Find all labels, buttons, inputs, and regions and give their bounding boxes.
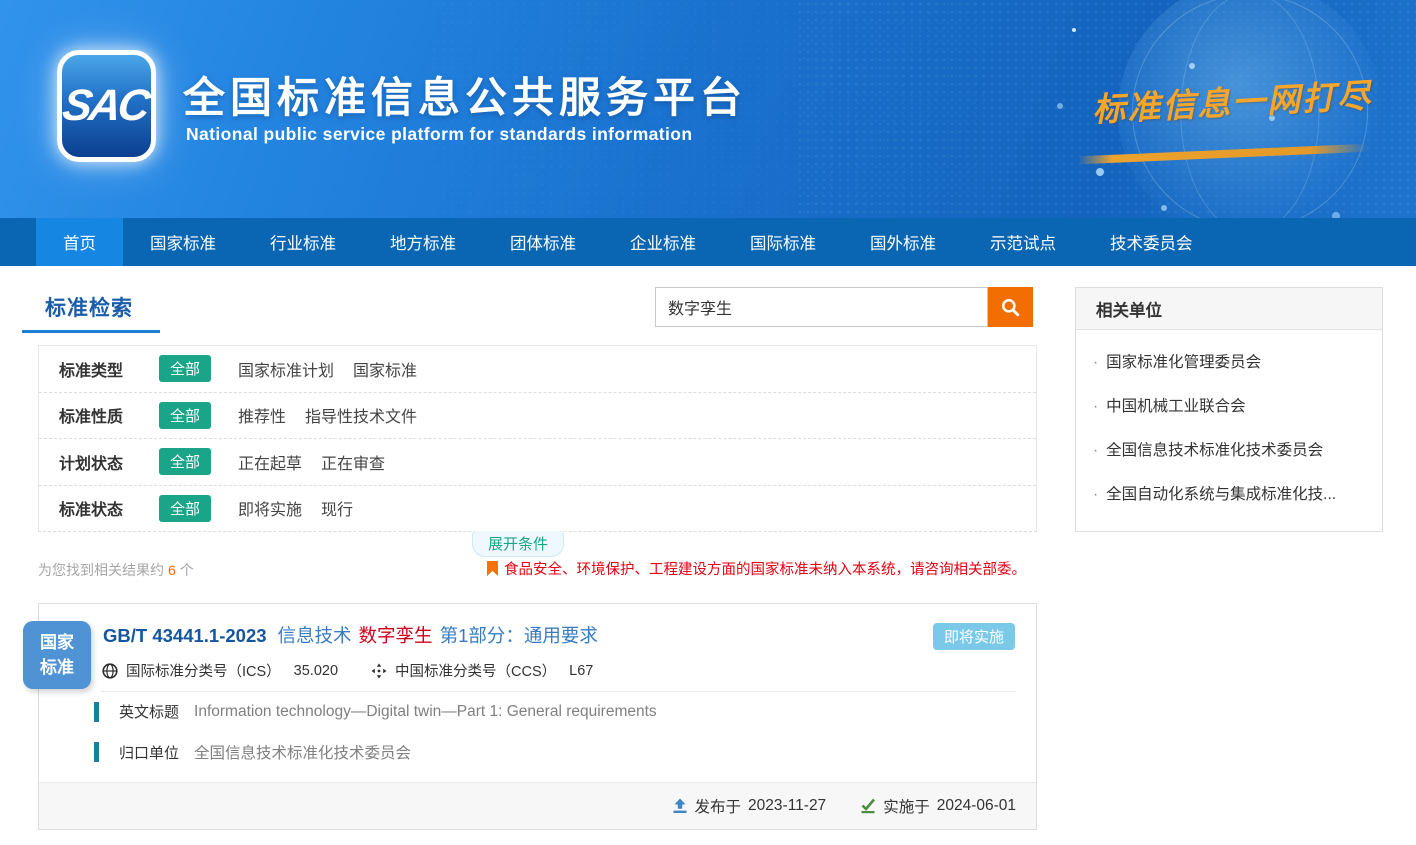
filter-option[interactable]: 国家标准 xyxy=(353,357,417,381)
detail-accent-bar xyxy=(94,702,99,722)
system-notice: 食品安全、环境保护、工程建设方面的国家标准未纳入本系统，请咨询相关部委。 xyxy=(487,558,1026,579)
sparkle-dots xyxy=(1072,28,1076,32)
nav-item-technical-committees[interactable]: 技术委员会 xyxy=(1083,218,1220,266)
standard-title-link[interactable]: GB/T 43441.1-2023 信息技术数字孪生第1部分：通用要求 xyxy=(103,622,598,648)
filter-label: 计划状态 xyxy=(59,450,159,474)
filter-row-standard-nature: 标准性质 全部 推荐性 指导性技术文件 xyxy=(39,393,1036,440)
bookmark-icon xyxy=(487,561,498,576)
filter-option[interactable]: 正在审查 xyxy=(321,450,385,474)
detail-value: 全国信息技术标准化技术委员会 xyxy=(194,741,411,763)
result-count: 为您找到相关结果约6个 xyxy=(38,560,194,580)
bullet: · xyxy=(1093,442,1098,460)
result-count-number: 6 xyxy=(168,562,176,578)
page-title: 标准检索 xyxy=(45,292,133,322)
page-title-underline xyxy=(22,330,160,333)
site-title-chinese: 全国标准信息公共服务平台 xyxy=(183,64,747,125)
detail-accent-bar xyxy=(94,742,99,762)
status-badge: 即将实施 xyxy=(933,623,1015,650)
filter-option[interactable]: 指导性技术文件 xyxy=(305,403,417,427)
filter-label: 标准类型 xyxy=(59,357,159,381)
filter-row-plan-status: 计划状态 全部 正在起草 正在审查 xyxy=(39,439,1036,486)
classification-row: 国际标准分类号（ICS） 35.020 中国标准分类号（CCS） L67 xyxy=(102,660,593,681)
search-box xyxy=(655,287,1035,327)
publish-label: 发布于 xyxy=(695,795,742,817)
implement-check-icon xyxy=(860,798,876,814)
detail-row-committee: 归口单位 全国信息技术标准化技术委员会 xyxy=(94,741,411,763)
standard-title-part2: 第1部分：通用要求 xyxy=(440,625,598,646)
sidebar-item-machinery-federation[interactable]: · 中国机械工业联合会 xyxy=(1076,383,1382,427)
filter-option[interactable]: 即将实施 xyxy=(238,496,302,520)
filter-panel: 标准类型 全部 国家标准计划 国家标准 标准性质 全部 推荐性 指导性技术文件 … xyxy=(38,345,1037,532)
ics-value: 35.020 xyxy=(294,663,338,679)
filter-selected-all[interactable]: 全部 xyxy=(159,448,211,475)
expand-conditions-button[interactable]: 展开条件 xyxy=(472,531,564,557)
sidebar-item-it-standardization-committee[interactable]: · 全国信息技术标准化技术委员会 xyxy=(1076,427,1382,471)
ics-label: 国际标准分类号（ICS） xyxy=(126,660,281,681)
related-units-panel: 相关单位 · 国家标准化管理委员会 · 中国机械工业联合会 · 全国信息技术标准… xyxy=(1075,287,1383,532)
implement-date: 2024-06-01 xyxy=(937,797,1016,815)
bullet: · xyxy=(1093,486,1098,504)
nav-item-enterprise-standards[interactable]: 企业标准 xyxy=(603,218,723,266)
standard-title-part1: 信息技术 xyxy=(278,625,352,646)
implement-label: 实施于 xyxy=(883,795,930,817)
filter-option[interactable]: 国家标准计划 xyxy=(238,357,334,381)
related-units-list: · 国家标准化管理委员会 · 中国机械工业联合会 · 全国信息技术标准化技术委员… xyxy=(1076,330,1382,515)
detail-label: 归口单位 xyxy=(119,742,179,763)
publish-date: 2023-11-27 xyxy=(748,797,826,815)
search-input[interactable] xyxy=(655,287,988,327)
filter-label: 标准性质 xyxy=(59,403,159,427)
filter-row-standard-status: 标准状态 全部 即将实施 现行 xyxy=(39,486,1036,532)
search-button[interactable] xyxy=(988,287,1033,327)
implement-date-item: 实施于 2024-06-01 xyxy=(860,795,1016,817)
related-units-title: 相关单位 xyxy=(1076,288,1382,330)
standard-code: GB/T 43441.1-2023 xyxy=(103,625,267,646)
filter-selected-all[interactable]: 全部 xyxy=(159,355,211,382)
filter-option[interactable]: 推荐性 xyxy=(238,403,286,427)
nav-item-international-standards[interactable]: 国际标准 xyxy=(723,218,843,266)
result-count-suffix: 个 xyxy=(180,562,194,578)
standard-result-card: 国家标准 GB/T 43441.1-2023信息技术数字孪生第1部分：通用要求 … xyxy=(38,603,1037,830)
publish-upload-icon xyxy=(672,798,688,814)
detail-label: 英文标题 xyxy=(119,701,179,722)
card-divider xyxy=(101,691,1016,692)
filter-option[interactable]: 现行 xyxy=(321,496,353,520)
filter-label: 标准状态 xyxy=(59,496,159,520)
nav-item-pilot-programs[interactable]: 示范试点 xyxy=(963,218,1083,266)
detail-value: Information technology—Digital twin—Part… xyxy=(194,703,657,721)
nav-item-foreign-standards[interactable]: 国外标准 xyxy=(843,218,963,266)
site-title-english: National public service platform for sta… xyxy=(186,124,692,145)
filter-row-standard-type: 标准类型 全部 国家标准计划 国家标准 xyxy=(39,346,1036,393)
result-count-prefix: 为您找到相关结果约 xyxy=(38,562,164,578)
nav-item-group-standards[interactable]: 团体标准 xyxy=(483,218,603,266)
detail-row-english-title: 英文标题 Information technology—Digital twin… xyxy=(94,701,657,722)
ccs-value: L67 xyxy=(569,663,593,679)
nav-item-national-standards[interactable]: 国家标准 xyxy=(123,218,243,266)
standard-title-highlight: 数字孪生 xyxy=(359,625,433,646)
compass-icon xyxy=(371,663,387,679)
main-nav: 首页 国家标准 行业标准 地方标准 团体标准 企业标准 国际标准 国外标准 示范… xyxy=(0,218,1416,266)
site-header: SAC 全国标准信息公共服务平台 National public service… xyxy=(0,0,1416,218)
globe-icon xyxy=(102,663,118,679)
sidebar-item-sac[interactable]: · 国家标准化管理委员会 xyxy=(1076,339,1382,383)
filter-selected-all[interactable]: 全部 xyxy=(159,495,211,522)
nav-item-home[interactable]: 首页 xyxy=(36,218,123,266)
filter-selected-all[interactable]: 全部 xyxy=(159,402,211,429)
filter-option[interactable]: 正在起草 xyxy=(238,450,302,474)
sac-logo-text: SAC xyxy=(59,81,154,131)
ccs-group: 中国标准分类号（CCS） L67 xyxy=(371,660,593,681)
bullet: · xyxy=(1093,398,1098,416)
sac-logo[interactable]: SAC xyxy=(57,50,156,162)
publish-date-item: 发布于 2023-11-27 xyxy=(672,795,827,817)
search-icon xyxy=(1001,298,1020,317)
notice-text: 食品安全、环境保护、工程建设方面的国家标准未纳入本系统，请咨询相关部委。 xyxy=(504,558,1026,579)
ccs-label: 中国标准分类号（CCS） xyxy=(395,660,556,681)
nav-item-local-standards[interactable]: 地方标准 xyxy=(363,218,483,266)
nav-item-industry-standards[interactable]: 行业标准 xyxy=(243,218,363,266)
standard-type-badge: 国家标准 xyxy=(23,621,91,689)
card-footer: 发布于 2023-11-27 实施于 2024-06-01 xyxy=(39,782,1036,829)
sidebar-item-automation-systems-committee[interactable]: · 全国自动化系统与集成标准化技... xyxy=(1076,471,1382,515)
bullet: · xyxy=(1093,354,1098,372)
